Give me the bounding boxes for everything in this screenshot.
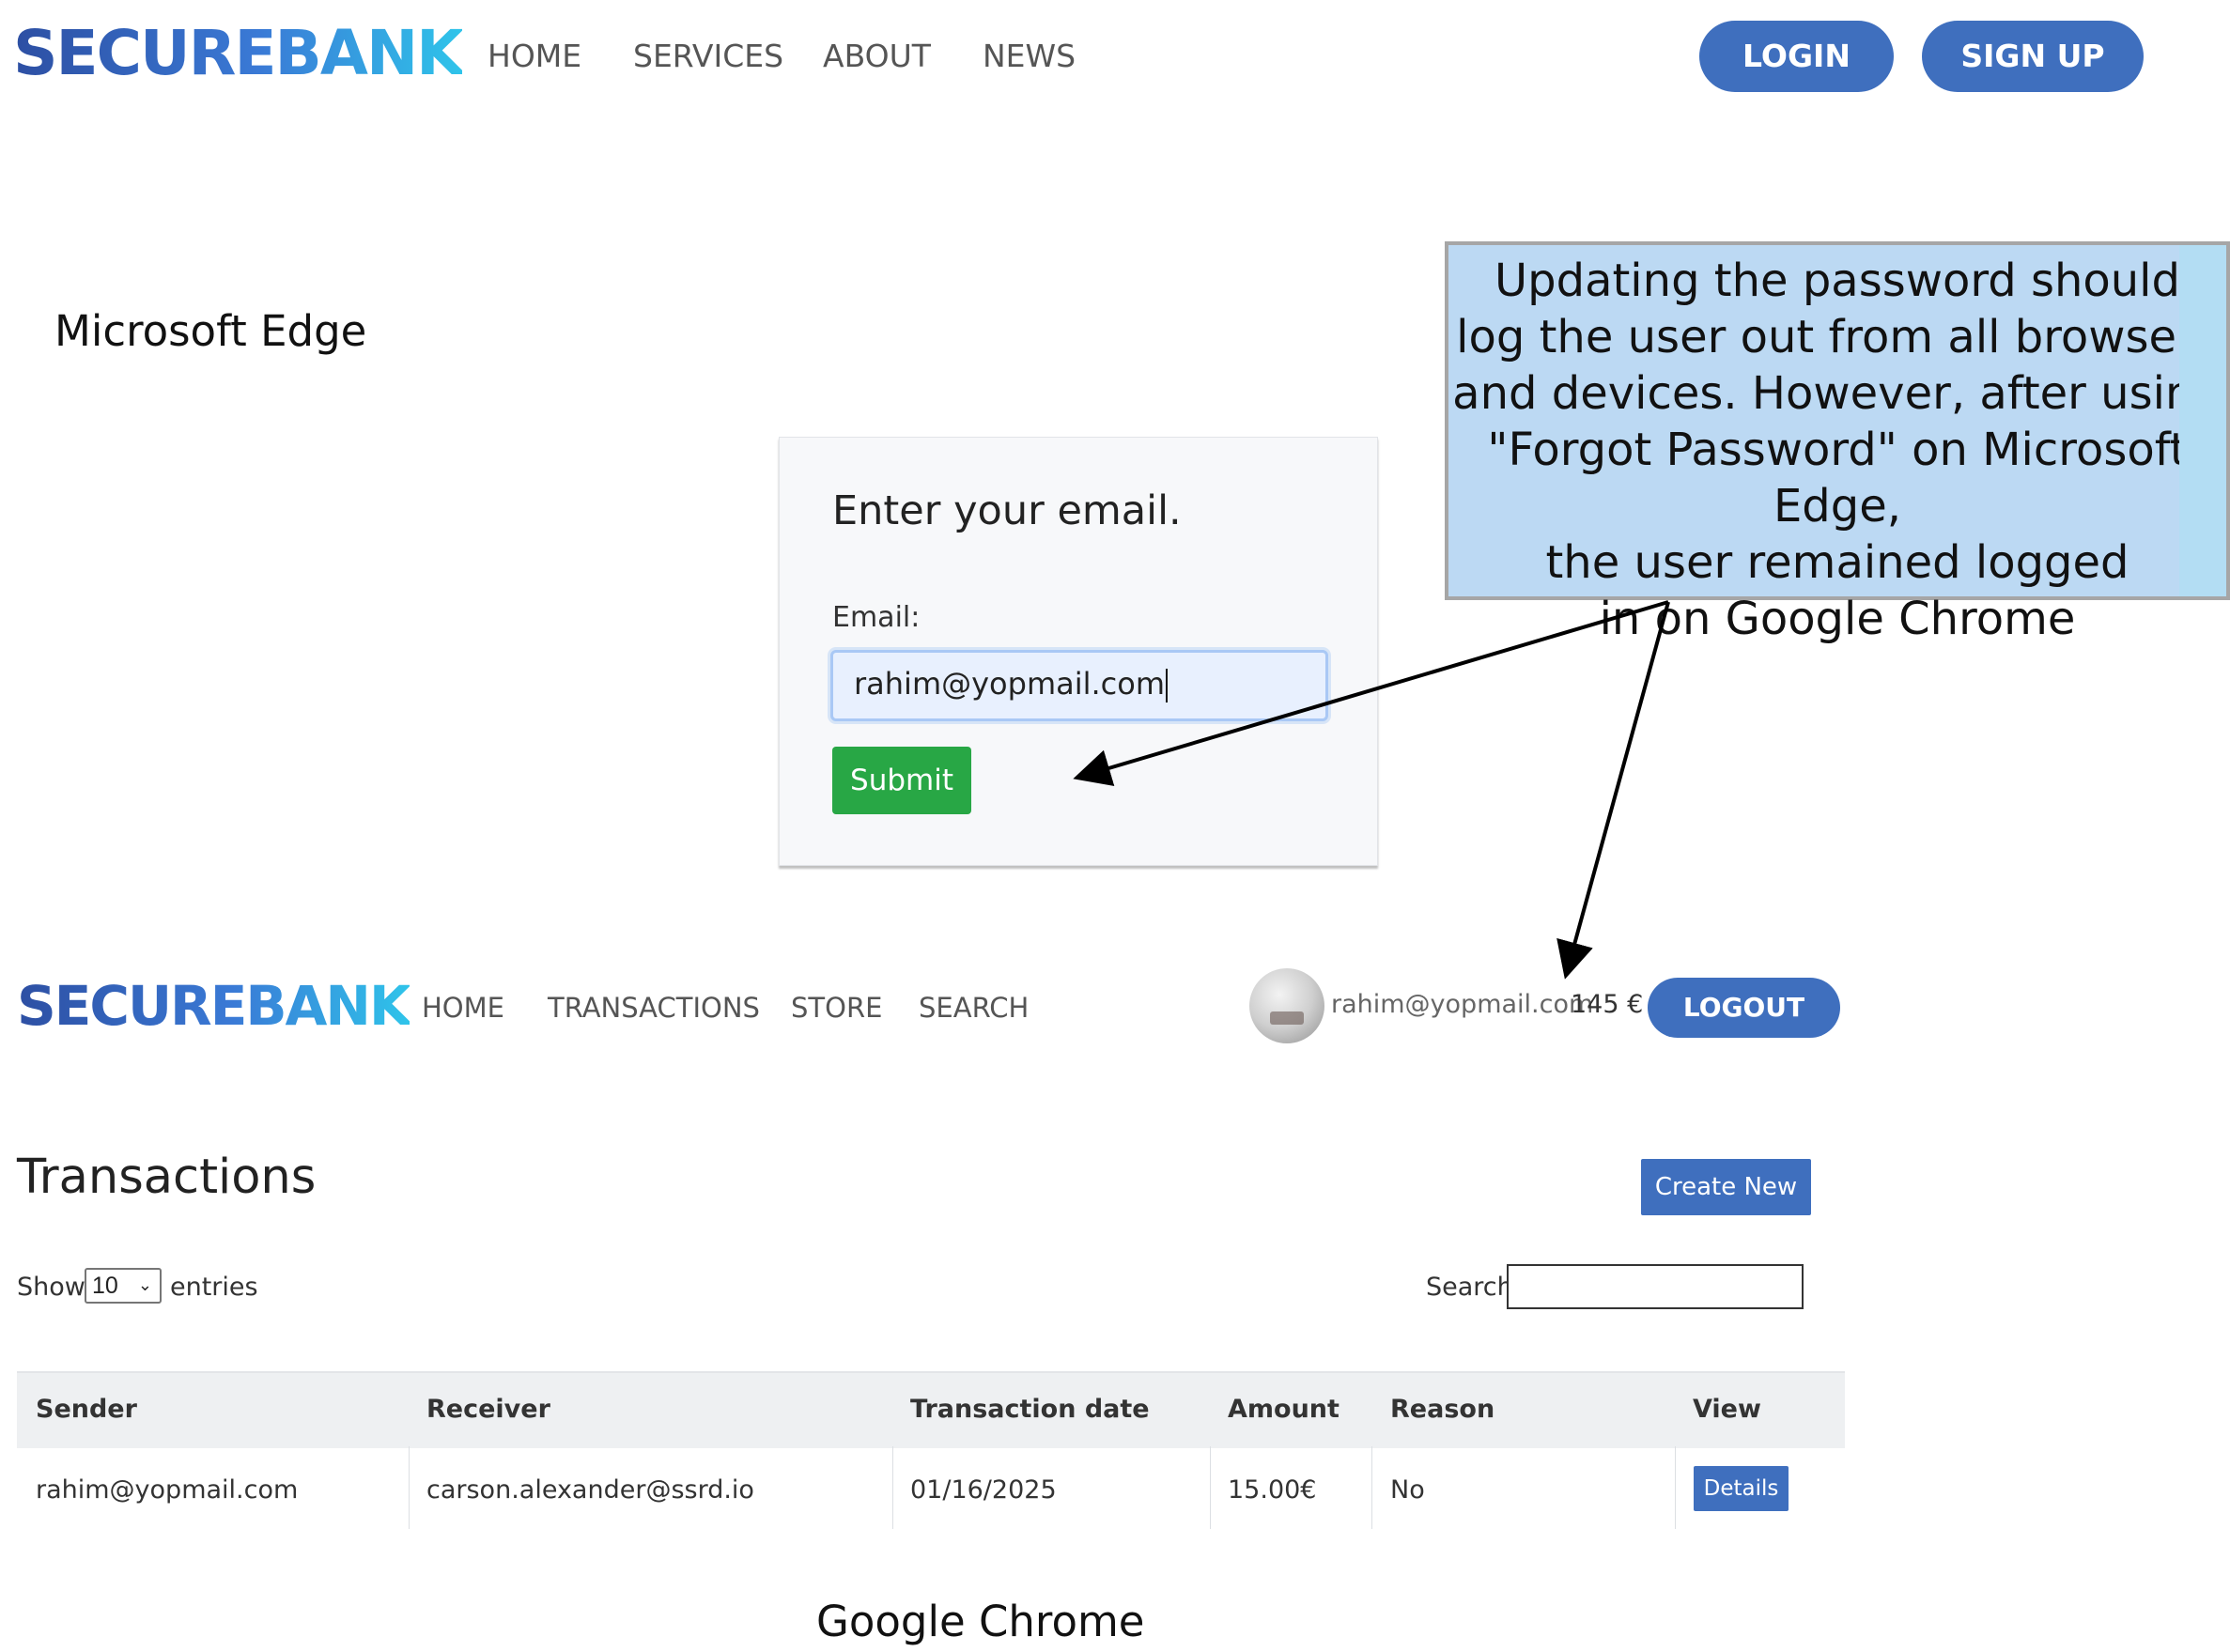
cell-sender: rahim@yopmail.com	[36, 1475, 299, 1505]
column-divider	[1371, 1446, 1372, 1529]
column-divider	[892, 1446, 893, 1529]
column-header-reason[interactable]: Reason	[1390, 1395, 1494, 1424]
arrow-to-user-session	[1556, 601, 1670, 980]
logout-button[interactable]: LOGOUT	[1648, 978, 1840, 1038]
column-header-receiver[interactable]: Receiver	[426, 1395, 550, 1424]
arrow-to-submit	[1073, 600, 1669, 787]
column-divider	[409, 1446, 410, 1529]
user-avatar[interactable]	[1249, 968, 1324, 1043]
chrome-nav-store[interactable]: STORE	[791, 992, 882, 1024]
cell-amount: 15.00€	[1228, 1475, 1317, 1505]
entries-label: entries	[170, 1273, 258, 1302]
column-divider	[1210, 1446, 1211, 1529]
show-label: Show	[17, 1273, 85, 1302]
cell-receiver: carson.alexander@ssrd.io	[426, 1475, 754, 1505]
column-header-sender[interactable]: Sender	[36, 1395, 137, 1424]
user-balance: 145 €	[1571, 990, 1644, 1019]
chrome-browser-caption: Google Chrome	[816, 1597, 1145, 1646]
column-header-date[interactable]: Transaction date	[910, 1395, 1150, 1424]
entries-select[interactable]: 10 ⌄	[85, 1268, 162, 1304]
entries-select-value: 10	[92, 1273, 118, 1299]
page-title: Transactions	[17, 1150, 317, 1205]
chevron-down-icon: ⌄	[137, 1275, 152, 1294]
chrome-nav-transactions[interactable]: TRANSACTIONS	[548, 992, 760, 1024]
chrome-nav-search[interactable]: SEARCH	[919, 992, 1029, 1024]
search-input[interactable]	[1507, 1264, 1804, 1309]
avatar-image-detail	[1270, 1011, 1304, 1025]
column-header-view[interactable]: View	[1693, 1395, 1761, 1424]
column-divider	[1675, 1446, 1676, 1529]
create-new-button[interactable]: Create New	[1641, 1159, 1811, 1215]
cell-date: 01/16/2025	[910, 1475, 1057, 1505]
details-button[interactable]: Details	[1694, 1466, 1789, 1511]
chrome-nav-home[interactable]: HOME	[422, 992, 504, 1024]
user-email: rahim@yopmail.com	[1331, 990, 1594, 1019]
cell-reason: No	[1390, 1475, 1425, 1505]
column-header-amount[interactable]: Amount	[1228, 1395, 1340, 1424]
chrome-brand-logo[interactable]: SECUREBANK	[17, 974, 411, 1038]
